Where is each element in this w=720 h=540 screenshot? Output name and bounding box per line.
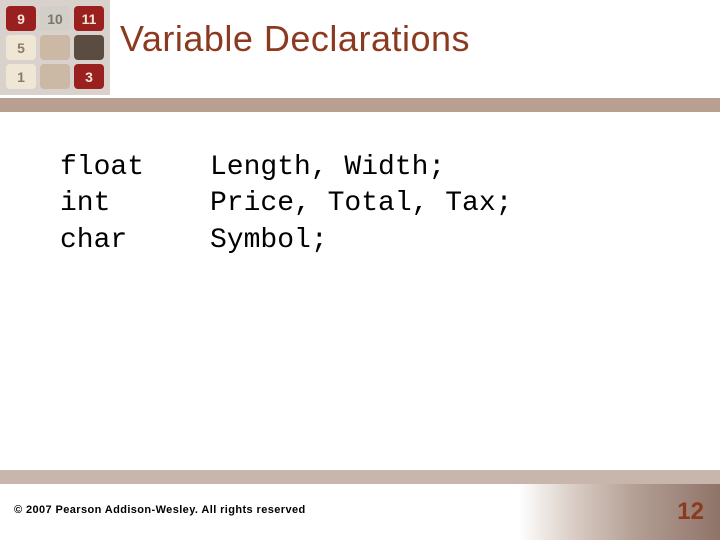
tile [40,35,70,60]
tile: 5 [6,35,36,60]
tile [74,35,104,60]
variable-list: Symbol; [210,223,328,259]
type-keyword: int [60,186,210,222]
page-number: 12 [677,498,704,526]
type-keyword: float [60,150,210,186]
slide: 9 10 11 5 1 3 Variable Declarations floa… [0,0,720,540]
tile: 1 [6,64,36,89]
decorative-tile-grid: 9 10 11 5 1 3 [0,0,110,95]
tile: 11 [74,6,104,31]
code-line: char Symbol; [60,223,512,259]
code-block: float Length, Width; int Price, Total, T… [60,150,512,259]
tile: 9 [6,6,36,31]
variable-list: Price, Total, Tax; [210,186,512,222]
slide-title: Variable Declarations [120,18,470,60]
code-line: float Length, Width; [60,150,512,186]
tile: 10 [40,6,70,31]
tile: 3 [74,64,104,89]
tile [40,64,70,89]
header-divider [0,98,720,112]
footer-divider [0,470,720,484]
code-line: int Price, Total, Tax; [60,186,512,222]
copyright-text: © 2007 Pearson Addison-Wesley. All right… [14,504,306,516]
type-keyword: char [60,223,210,259]
variable-list: Length, Width; [210,150,445,186]
